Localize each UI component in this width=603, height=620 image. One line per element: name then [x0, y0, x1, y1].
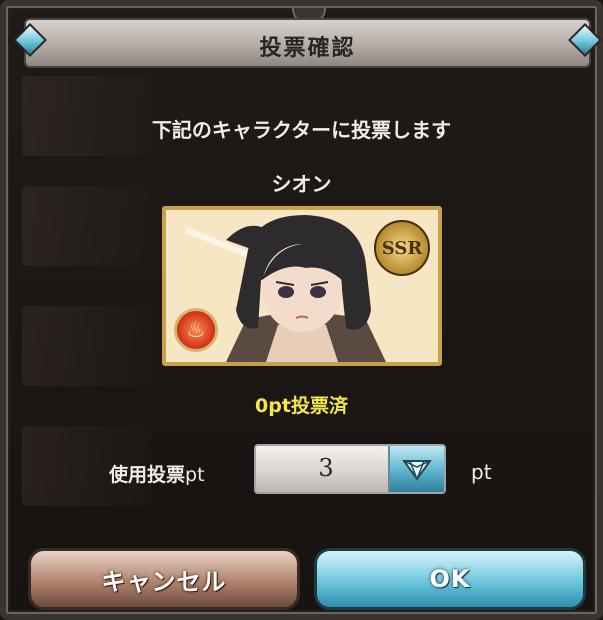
character-name: シオン [271, 172, 332, 196]
cancel-button[interactable]: キャンセル [28, 548, 300, 610]
background-card-ghost [22, 186, 152, 266]
character-card: SSR ♨ [162, 206, 442, 366]
confirm-message: 下記のキャラクターに投票します [151, 118, 452, 142]
fire-element-icon: ♨ [174, 308, 218, 352]
ok-button[interactable]: OK [314, 548, 586, 610]
points-select-value: 3 [318, 454, 334, 482]
title-bar: 投票確認 [24, 18, 591, 68]
vote-confirm-dialog: 投票確認 下記のキャラクターに投票します シオン SSR ♨ 0pt投票済 使用… [0, 0, 603, 620]
dropdown-toggle-button[interactable] [388, 446, 444, 492]
points-unit: pt [471, 460, 492, 484]
votes-status: 0pt投票済 [255, 395, 348, 417]
use-votes-label-text: 使用投票 [109, 464, 186, 486]
diamond-dropdown-icon [402, 460, 432, 481]
use-votes-label: 使用投票pt [109, 460, 205, 487]
background-card-ghost [22, 306, 152, 386]
ssr-rarity-badge: SSR [374, 220, 430, 276]
points-select[interactable]: 3 [254, 444, 446, 494]
dialog-title: 投票確認 [259, 36, 356, 61]
use-votes-label-unit: pt [185, 464, 205, 486]
